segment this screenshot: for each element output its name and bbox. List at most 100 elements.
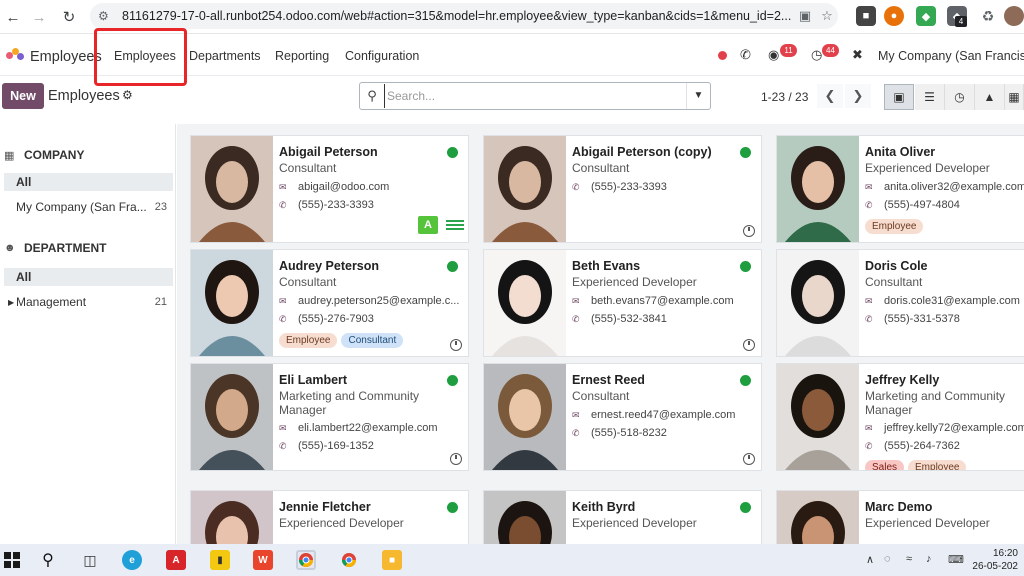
- employee-phone[interactable]: ✆ (555)-233-3393: [572, 181, 667, 193]
- employee-photo[interactable]: [191, 491, 273, 544]
- search-options-dropdown-icon[interactable]: ▼: [686, 83, 710, 109]
- phone-icon[interactable]: ✆: [740, 47, 751, 63]
- pager-value[interactable]: 1-23 / 23: [761, 90, 808, 104]
- task-view-icon[interactable]: ◫: [80, 550, 100, 570]
- network-icon[interactable]: ◌: [884, 553, 891, 565]
- employee-photo[interactable]: [484, 250, 566, 356]
- activities-clock-icon[interactable]: ◷: [811, 47, 822, 63]
- employee-email[interactable]: ✉ audrey.peterson25@example.c...: [279, 295, 459, 307]
- extension-green-icon[interactable]: ◆: [916, 6, 936, 26]
- profile-avatar-icon[interactable]: [1004, 6, 1024, 26]
- employee-card[interactable]: Anita Oliver Experienced Developer ✉ anita.…: [776, 135, 1024, 243]
- wps-office-icon[interactable]: W: [253, 550, 273, 570]
- employee-phone[interactable]: ✆ (555)-264-7362: [865, 440, 960, 452]
- employee-name[interactable]: Ernest Reed: [572, 373, 645, 387]
- pager-previous-button[interactable]: ❮: [817, 84, 843, 108]
- graph-view-button[interactable]: ▲: [975, 84, 1005, 110]
- activity-clock-icon[interactable]: [450, 453, 462, 465]
- bookmark-star-icon[interactable]: ☆: [816, 8, 838, 24]
- employee-card[interactable]: Keith Byrd Experienced Developer: [483, 490, 762, 544]
- employee-name[interactable]: Keith Byrd: [572, 500, 635, 514]
- employee-photo[interactable]: [777, 364, 859, 470]
- caret-right-icon[interactable]: ▶: [8, 298, 14, 307]
- site-info-icon[interactable]: ⚙: [98, 9, 116, 23]
- acrobat-icon[interactable]: A: [166, 550, 186, 570]
- employee-email[interactable]: ✉ anita.oliver32@example.com: [865, 181, 1024, 193]
- kanban-view-button[interactable]: ▣: [884, 84, 914, 110]
- power-bi-icon[interactable]: ▮: [210, 550, 230, 570]
- employee-photo[interactable]: [191, 250, 273, 356]
- edge-browser-icon[interactable]: e: [122, 550, 142, 570]
- employee-card[interactable]: Ernest Reed Consultant ✉ ernest.reed47@exam…: [483, 363, 762, 471]
- activity-list-icon[interactable]: [446, 218, 464, 234]
- employee-photo[interactable]: [191, 364, 273, 470]
- address-bar[interactable]: ⚙ 81161279-17-0-all.runbot254.odoo.com/w…: [90, 3, 838, 29]
- employee-photo[interactable]: [484, 364, 566, 470]
- employee-email[interactable]: ✉ abigail@odoo.com: [279, 181, 389, 193]
- employee-card[interactable]: Audrey Peterson Consultant ✉ audrey.peterso…: [190, 249, 469, 357]
- forward-arrow-icon[interactable]: →: [26, 4, 52, 30]
- employee-phone[interactable]: ✆ (555)-331-5378: [865, 313, 960, 325]
- activity-view-button[interactable]: ◷: [945, 84, 975, 110]
- employee-photo[interactable]: [191, 136, 273, 242]
- menu-departments[interactable]: Departments: [189, 49, 261, 63]
- company-filter-all[interactable]: All: [4, 173, 173, 191]
- tray-chevron-up-icon[interactable]: ∧: [866, 553, 874, 566]
- system-clock[interactable]: 16:20 26-05-202: [972, 547, 1018, 573]
- recording-dot-icon[interactable]: [718, 51, 727, 60]
- tag-sales[interactable]: Sales: [865, 460, 905, 470]
- employee-name[interactable]: Eli Lambert: [279, 373, 347, 387]
- menu-reporting[interactable]: Reporting: [275, 49, 329, 63]
- search-icon[interactable]: ⚲: [360, 88, 384, 104]
- employee-name[interactable]: Anita Oliver: [865, 145, 935, 159]
- employee-photo[interactable]: [777, 491, 859, 544]
- company-filter-item[interactable]: My Company (San Fra... 23: [4, 198, 173, 216]
- extension-orange-icon[interactable]: ●: [884, 6, 904, 26]
- search-input[interactable]: [384, 84, 686, 108]
- employee-email[interactable]: ✉ jeffrey.kelly72@example.com: [865, 422, 1024, 434]
- new-button[interactable]: New: [2, 83, 44, 109]
- employee-name[interactable]: Jeffrey Kelly: [865, 373, 939, 387]
- employee-card[interactable]: Abigail Peterson (copy) Consultant ✆ (555)-…: [483, 135, 762, 243]
- install-app-icon[interactable]: ▣: [794, 8, 816, 24]
- employees-app-logo-icon[interactable]: [6, 48, 24, 64]
- employee-card[interactable]: Doris Cole Consultant ✉ doris.cole31@exampl…: [776, 249, 1024, 357]
- employee-name[interactable]: Abigail Peterson: [279, 145, 378, 159]
- tag-consultant[interactable]: Consultant: [341, 333, 404, 348]
- volume-icon[interactable]: ♪: [926, 553, 932, 565]
- employee-phone[interactable]: ✆ (555)-233-3393: [279, 199, 374, 211]
- department-filter-management[interactable]: ▶ Management 21: [4, 293, 173, 311]
- actions-gear-icon[interactable]: ⚙: [122, 88, 133, 102]
- employee-photo[interactable]: [777, 250, 859, 356]
- employee-card[interactable]: Jeffrey Kelly Marketing and Community Man…: [776, 363, 1024, 471]
- employee-phone[interactable]: ✆ (555)-276-7903: [279, 313, 374, 325]
- app-name[interactable]: Employees: [30, 49, 102, 65]
- employee-email[interactable]: ✉ ernest.reed47@example.com: [572, 409, 735, 421]
- chrome-icon-active[interactable]: [296, 550, 316, 570]
- employee-name[interactable]: Beth Evans: [572, 259, 640, 273]
- department-filter-all[interactable]: All: [4, 268, 173, 286]
- employee-card[interactable]: Abigail Peterson Consultant ✉ abigail@odoo.…: [190, 135, 469, 243]
- employee-name[interactable]: Audrey Peterson: [279, 259, 379, 273]
- user-avatar-badge[interactable]: A: [418, 216, 438, 234]
- employee-card[interactable]: Beth Evans Experienced Developer ✉ beth.eva…: [483, 249, 762, 357]
- keyboard-icon[interactable]: ⌨: [948, 553, 964, 566]
- employee-name[interactable]: Marc Demo: [865, 500, 932, 514]
- reload-icon[interactable]: ↻: [56, 4, 82, 30]
- employee-photo[interactable]: [777, 136, 859, 242]
- tag-employee[interactable]: Employee: [908, 460, 967, 470]
- employee-phone[interactable]: ✆ (555)-532-3841: [572, 313, 667, 325]
- file-explorer-icon[interactable]: ■: [382, 550, 402, 570]
- pager-next-button[interactable]: ❯: [845, 84, 871, 108]
- chrome-icon[interactable]: [339, 550, 359, 570]
- activity-clock-icon[interactable]: [743, 453, 755, 465]
- employee-email[interactable]: ✉ beth.evans77@example.com: [572, 295, 734, 307]
- employee-name[interactable]: Jennie Fletcher: [279, 500, 371, 514]
- url-text[interactable]: 81161279-17-0-all.runbot254.odoo.com/web…: [122, 9, 794, 23]
- employee-photo[interactable]: [484, 491, 566, 544]
- employee-name[interactable]: Doris Cole: [865, 259, 928, 273]
- taskbar-search-icon[interactable]: ⚲: [38, 550, 58, 570]
- tag-employee[interactable]: Employee: [279, 333, 338, 348]
- company-switcher[interactable]: My Company (San Francisco): [878, 49, 1024, 63]
- menu-configuration[interactable]: Configuration: [345, 49, 419, 63]
